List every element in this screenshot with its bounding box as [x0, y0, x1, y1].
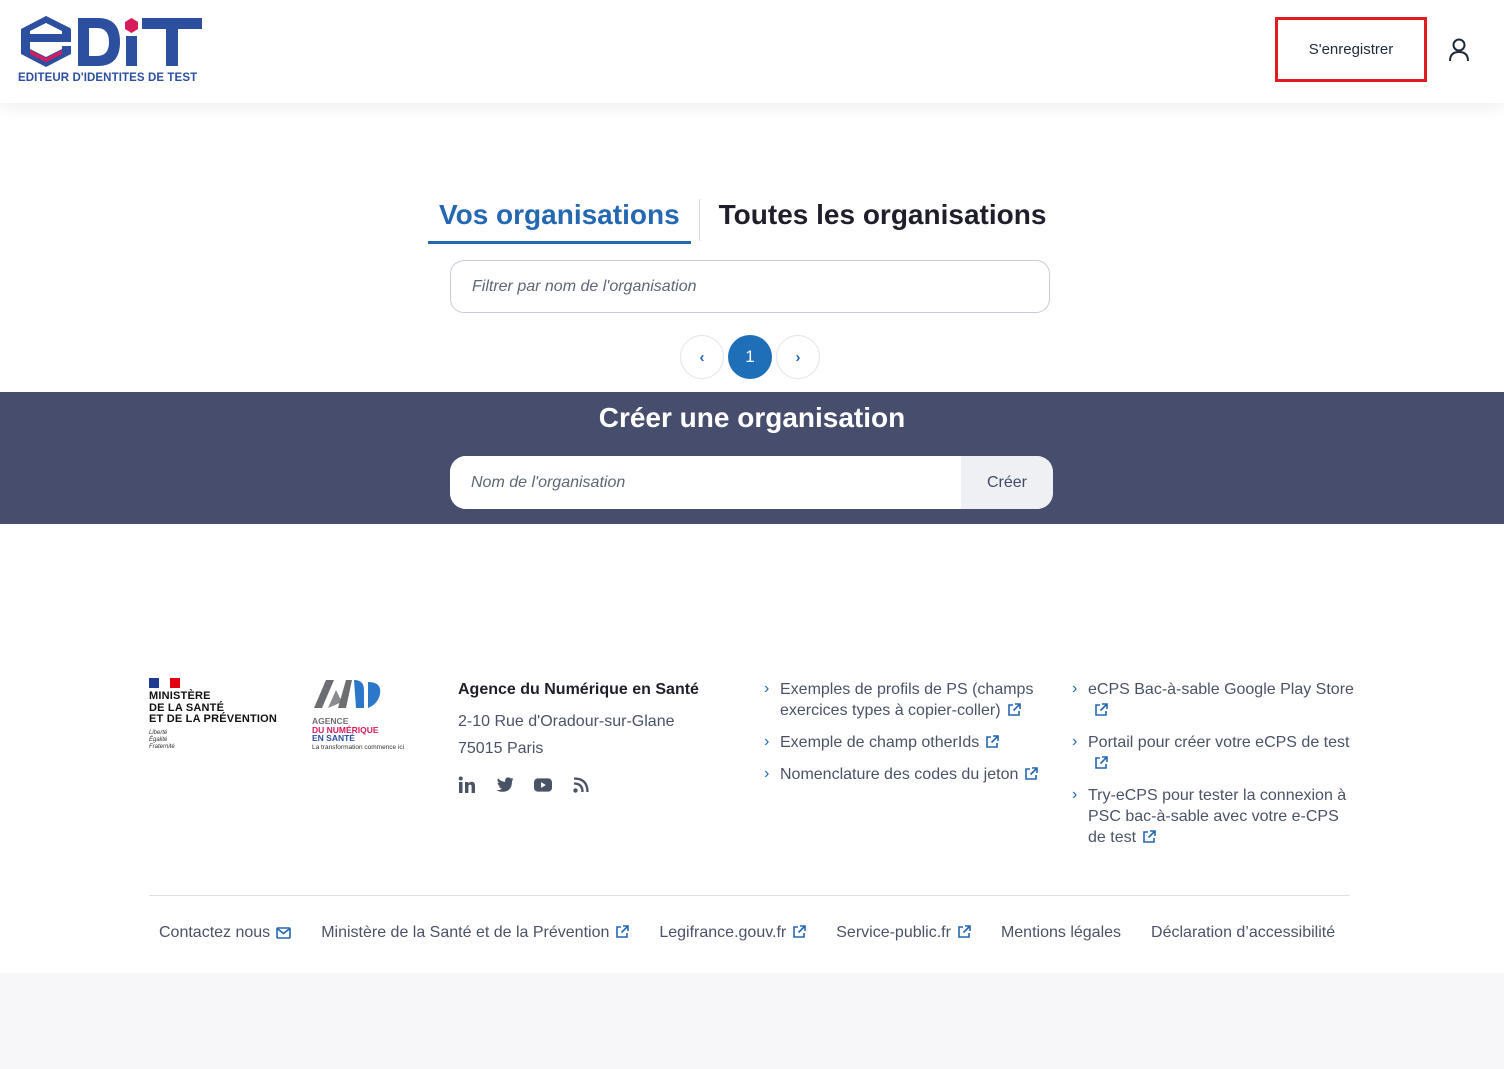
external-link-icon [985, 734, 1000, 755]
create-button[interactable]: Créer [961, 456, 1053, 509]
main-content: Vos organisations Toutes les organisatio… [0, 103, 1504, 392]
external-link-icon [792, 925, 807, 944]
current-page-button[interactable]: 1 [728, 335, 772, 379]
mail-icon [276, 926, 291, 944]
footer-link-label: Exemple de champ otherIds [780, 734, 980, 751]
motto-fraternite: Fraternité [149, 743, 175, 750]
footer-link-ecps-play-store[interactable]: eCPS Bac-à-sable Google Play Store [1072, 678, 1354, 723]
tab-vos-organisations[interactable]: Vos organisations [428, 199, 691, 244]
external-link-icon [1094, 702, 1108, 723]
agency-address-2: 75015 Paris [458, 740, 544, 757]
user-icon[interactable] [1447, 37, 1471, 63]
twitter-icon[interactable] [496, 776, 514, 794]
external-link-icon [1094, 755, 1108, 776]
pagination: ‹ 1 › [680, 335, 820, 379]
legifrance-link-label: Legifrance.gouv.fr [659, 924, 787, 941]
ministry-logo[interactable]: MINISTÈRE DE LA SANTÉ ET DE LA PRÉVENTIO… [149, 678, 289, 751]
create-title: Créer une organisation [598, 402, 906, 433]
agency-name: Agence du Numérique en Santé [458, 681, 699, 698]
register-button[interactable]: S'enregistrer [1275, 17, 1427, 82]
edit-logo[interactable]: EDITEUR D'IDENTITES DE TEST [18, 14, 208, 88]
external-link-icon [1142, 829, 1156, 850]
prev-page-button[interactable]: ‹ [680, 335, 724, 379]
motto-egalite: Égalité [149, 736, 168, 743]
footer-link-label: Exemples de profils de PS (champs exerci… [780, 681, 1034, 719]
tab-toutes-organisations[interactable]: Toutes les organisations [708, 199, 1058, 241]
create-form: Créer [450, 456, 1053, 509]
mentions-legales-link[interactable]: Mentions légales [991, 924, 1131, 944]
footer-link-profils-ps[interactable]: Exemples de profils de PS (champs exerci… [764, 678, 1046, 723]
external-link-icon [1024, 766, 1039, 787]
external-link-icon [1007, 702, 1021, 723]
ministry-link[interactable]: Ministère de la Santé et de la Préventio… [311, 924, 639, 944]
agency-address-1: 2-10 Rue d'Oradour-sur-Glane [458, 713, 675, 730]
filter-input[interactable] [450, 260, 1050, 313]
contact-link-label: Contactez nous [159, 924, 271, 941]
footer-link-label: Portail pour créer votre eCPS de test [1088, 734, 1350, 751]
footer-link-otherids[interactable]: Exemple de champ otherIds [764, 731, 1046, 755]
agency-info: Agence du Numérique en Santé 2-10 Rue d'… [458, 681, 699, 794]
service-public-link-label: Service-public.fr [836, 924, 951, 941]
footer-divider [149, 895, 1350, 896]
footer-bottom-links: Contactez nous Ministère de la Santé et … [149, 924, 1355, 944]
footer-links-column-2: eCPS Bac-à-sable Google Play Store Porta… [1072, 678, 1354, 859]
logo-subtitle: EDITEUR D'IDENTITES DE TEST [18, 72, 198, 84]
ans-logo[interactable]: AGENCE DU NUMÉRIQUE EN SANTÉ La transfor… [312, 676, 422, 751]
footer-link-label: eCPS Bac-à-sable Google Play Store [1088, 681, 1354, 698]
footer-link-nomenclature[interactable]: Nomenclature des codes du jeton [764, 763, 1046, 787]
linkedin-icon[interactable] [458, 776, 476, 794]
french-flag-icon [149, 678, 180, 688]
ans-line-3: EN SANTÉ [312, 733, 355, 743]
ministry-line-3: ET DE LA PRÉVENTION [149, 713, 278, 725]
ans-logo-mark [314, 680, 381, 708]
footer-link-label: Try-eCPS pour tester la connexion à PSC … [1088, 787, 1347, 846]
rss-icon[interactable] [572, 776, 590, 794]
footer-link-label: Nomenclature des codes du jeton [780, 766, 1019, 783]
motto-liberte: Liberté [149, 729, 168, 736]
ministry-link-label: Ministère de la Santé et de la Préventio… [321, 924, 610, 941]
contact-link[interactable]: Contactez nous [149, 924, 301, 944]
tab-separator [698, 199, 700, 241]
organisation-tabs: Vos organisations Toutes les organisatio… [428, 199, 1057, 245]
service-public-link[interactable]: Service-public.fr [826, 924, 981, 944]
site-header: EDITEUR D'IDENTITES DE TEST S'enregistre… [0, 0, 1504, 103]
legifrance-link[interactable]: Legifrance.gouv.fr [649, 924, 816, 944]
footer-link-portail-ecps[interactable]: Portail pour créer votre eCPS de test [1072, 731, 1354, 776]
ministry-motto: Liberté Égalité Fraternité [149, 730, 289, 751]
site-footer: MINISTÈRE DE LA SANTÉ ET DE LA PRÉVENTIO… [0, 524, 1504, 973]
youtube-icon[interactable] [534, 776, 552, 794]
edit-logo-mark [21, 16, 202, 67]
accessibility-link[interactable]: Déclaration d’accessibilité [1141, 924, 1345, 944]
social-links [458, 776, 699, 794]
external-link-icon [615, 925, 630, 944]
external-link-icon [957, 925, 971, 944]
footer-link-try-ecps[interactable]: Try-eCPS pour tester la connexion à PSC … [1072, 784, 1354, 850]
footer-links-column-1: Exemples de profils de PS (champs exerci… [764, 678, 1046, 796]
ministry-line-1: MINISTÈRE [149, 690, 211, 702]
create-organisation-section: Créer une organisation Créer [0, 392, 1504, 524]
ans-tagline: La transformation commence ici [312, 743, 405, 751]
next-page-button[interactable]: › [776, 335, 820, 379]
organisation-name-input[interactable] [450, 456, 961, 509]
